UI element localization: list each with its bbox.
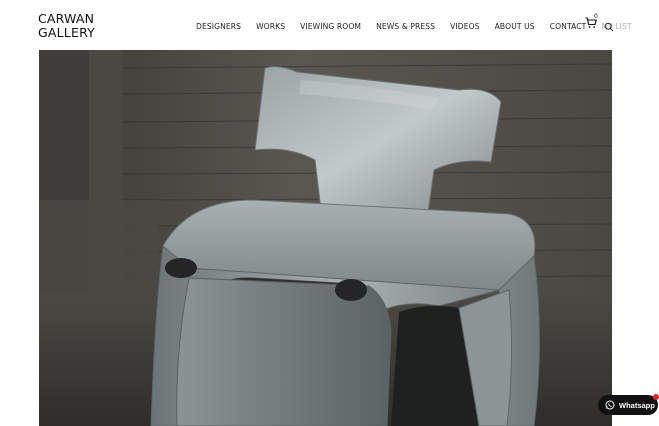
notification-dot xyxy=(653,394,659,400)
hero-image xyxy=(39,50,612,426)
whatsapp-icon xyxy=(605,400,615,410)
metal-chair-photo xyxy=(39,50,612,426)
search-button[interactable] xyxy=(604,19,614,32)
search-icon xyxy=(604,22,614,32)
cart-button[interactable]: 0 xyxy=(585,13,601,31)
whatsapp-label: Whatsapp xyxy=(619,400,655,410)
site-logo[interactable]: CARWAN GALLERY xyxy=(38,12,108,40)
nav-item-viewing-room[interactable]: VIEWING ROOM xyxy=(300,22,361,31)
site-header: CARWAN GALLERY DESIGNERS WORKS VIEWING R… xyxy=(0,0,659,50)
nav-item-videos[interactable]: VIDEOS xyxy=(450,22,479,31)
whatsapp-button[interactable]: Whatsapp xyxy=(598,395,658,415)
logo-line-1: CARWAN xyxy=(38,11,95,26)
nav-item-about-us[interactable]: ABOUT US xyxy=(495,22,535,31)
cart-count: 0 xyxy=(594,13,598,20)
logo-line-2: GALLERY xyxy=(38,25,95,40)
nav-item-designers[interactable]: DESIGNERS xyxy=(196,22,241,31)
main-nav: DESIGNERS WORKS VIEWING ROOM NEWS & PRES… xyxy=(196,19,647,33)
nav-item-news-press[interactable]: NEWS & PRESS xyxy=(376,22,435,31)
nav-item-works[interactable]: WORKS xyxy=(256,22,285,31)
nav-item-contact[interactable]: CONTACT xyxy=(550,22,587,31)
